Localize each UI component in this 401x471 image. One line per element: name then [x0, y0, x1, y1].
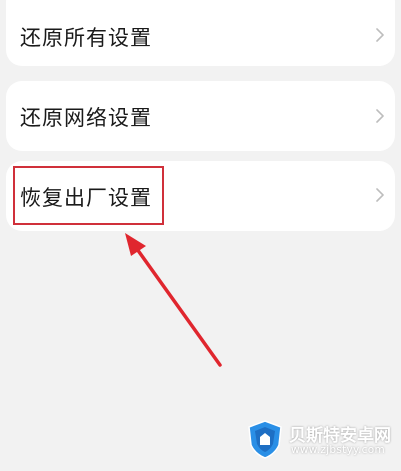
watermark-brand: 贝斯特安卓网: [289, 426, 391, 446]
restore-network-settings-row[interactable]: 还原网络设置: [6, 81, 395, 151]
restore-all-settings-label: 还原所有设置: [20, 26, 152, 50]
chevron-right-icon: [376, 109, 384, 123]
restore-all-settings-row[interactable]: 还原所有设置: [6, 0, 395, 66]
chevron-right-icon: [376, 28, 384, 42]
restore-network-settings-label: 还原网络设置: [20, 106, 152, 130]
watermark: 贝斯特安卓网 www.zjbstyy.com: [245, 417, 395, 463]
factory-reset-highlight-box: [13, 166, 164, 225]
chevron-right-icon: [376, 188, 384, 202]
annotation-arrow: [125, 233, 222, 367]
watermark-url: www.zjbstyy.com: [291, 444, 386, 456]
shield-logo-icon: [248, 420, 282, 459]
